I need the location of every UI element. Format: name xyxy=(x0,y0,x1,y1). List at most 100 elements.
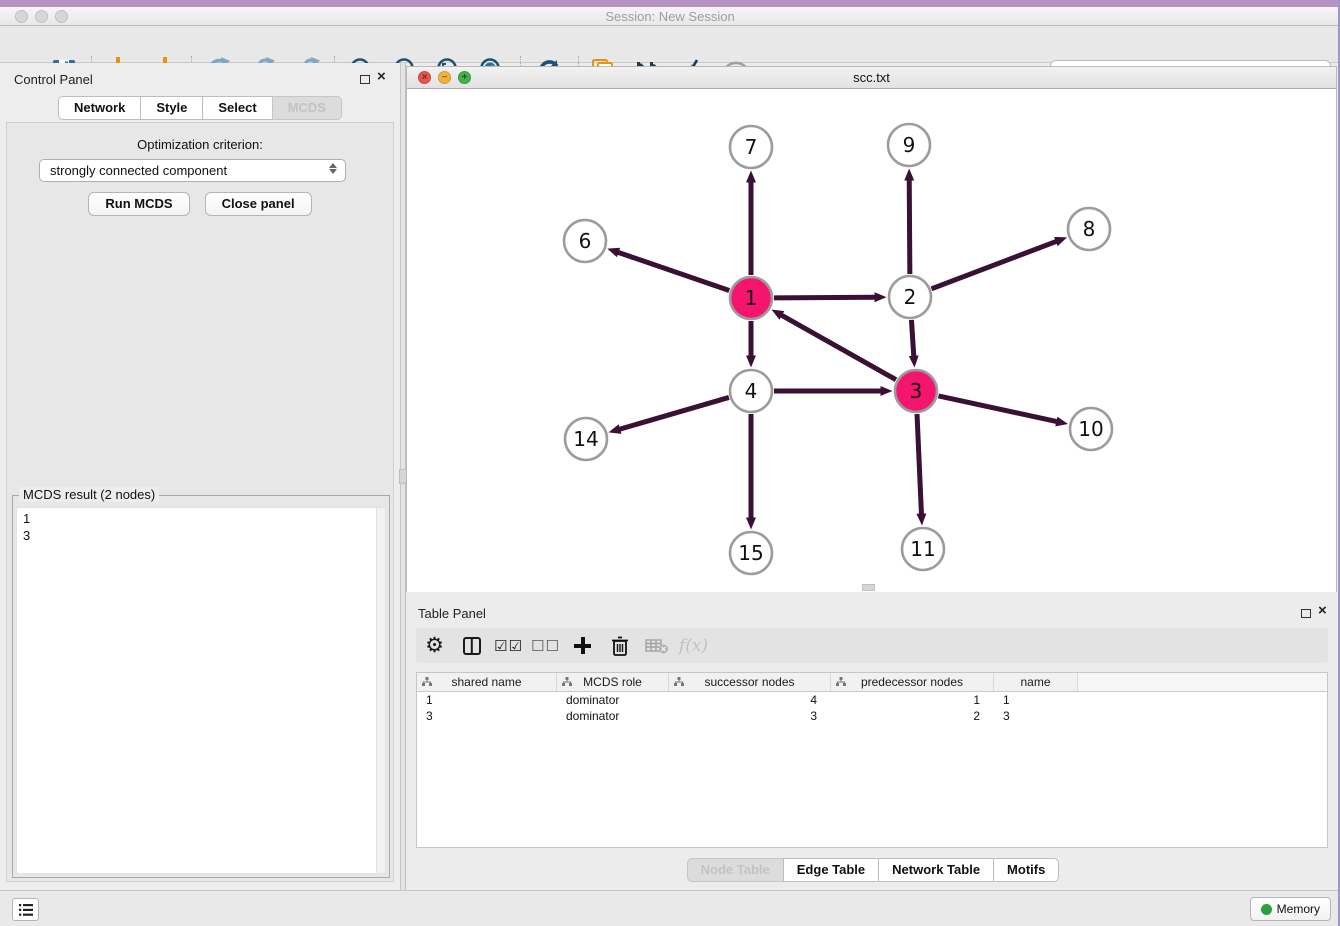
list-icon xyxy=(18,903,34,917)
close-panel-icon[interactable]: × xyxy=(377,68,386,85)
graph-edge-3-10[interactable] xyxy=(938,396,1056,422)
graph-node-label-2: 2 xyxy=(904,285,917,309)
graph-node-label-8: 8 xyxy=(1083,217,1096,241)
cell-name[interactable]: 1 xyxy=(994,692,1078,708)
column-header-name[interactable]: name xyxy=(994,673,1078,691)
graph-edge-1-2[interactable] xyxy=(774,297,875,298)
tab-mcds[interactable]: MCDS xyxy=(272,96,342,120)
graph-edge-2-3[interactable] xyxy=(911,320,913,356)
tab-network[interactable]: Network xyxy=(58,96,141,120)
result-scrollbar[interactable] xyxy=(376,508,385,873)
graph-node-label-10: 10 xyxy=(1078,417,1103,441)
graph-node-label-3: 3 xyxy=(910,379,923,403)
plus-icon xyxy=(574,637,591,654)
network-graph: 7968124314101511 xyxy=(407,89,1336,592)
checked-boxes-icon: ☑☑ xyxy=(494,637,523,655)
table-tab-edge-table[interactable]: Edge Table xyxy=(783,858,879,882)
table-tab-node-table[interactable]: Node Table xyxy=(687,858,784,882)
session-title: Session: New Session xyxy=(0,9,1340,24)
table-tab-network-table[interactable]: Network Table xyxy=(878,858,994,882)
select-all-button[interactable]: ☑☑ xyxy=(490,631,527,661)
column-header-filler xyxy=(1078,673,1327,691)
fx-icon: f(x) xyxy=(679,636,708,656)
memory-status-dot xyxy=(1261,904,1272,915)
table-panel: Table Panel × ⚙ ☑☑ ☐☐ xyxy=(406,596,1340,890)
graph-node-label-6: 6 xyxy=(579,229,592,253)
close-panel-button[interactable]: Close panel xyxy=(205,192,312,216)
unchecked-boxes-icon: ☐☐ xyxy=(531,637,560,655)
memory-label: Memory xyxy=(1277,902,1320,916)
delete-table-icon xyxy=(645,637,669,655)
cell-shared-name[interactable]: 1 xyxy=(417,692,557,708)
graph-node-label-9: 9 xyxy=(903,133,916,157)
column-header-predecessor-nodes[interactable]: predecessor nodes xyxy=(831,673,994,691)
cell-predecessor-nodes[interactable]: 2 xyxy=(831,708,994,724)
column-header-shared-name[interactable]: shared name xyxy=(417,673,557,691)
cell-successor-nodes[interactable]: 3 xyxy=(669,708,831,724)
float-panel-icon[interactable] xyxy=(360,75,370,84)
graph-node-label-14: 14 xyxy=(573,427,598,451)
status-bar: Memory xyxy=(0,890,1340,926)
deselect-all-button[interactable]: ☐☐ xyxy=(527,631,564,661)
float-table-panel-icon[interactable] xyxy=(1301,609,1311,618)
graph-node-label-15: 15 xyxy=(738,541,763,565)
column-header-successor-nodes[interactable]: successor nodes xyxy=(669,673,831,691)
network-window-titlebar[interactable]: × − + scc.txt xyxy=(407,67,1336,89)
trash-icon xyxy=(610,635,630,657)
desktop-background-strip xyxy=(0,0,1340,7)
cell-successor-nodes[interactable]: 4 xyxy=(669,692,831,708)
optimization-criterion-label: Optimization criterion: xyxy=(0,137,400,152)
columns-icon xyxy=(463,637,481,655)
table-panel-tabs: Node TableEdge TableNetwork TableMotifs xyxy=(406,858,1340,882)
cell-name[interactable]: 3 xyxy=(994,708,1078,724)
memory-button[interactable]: Memory xyxy=(1250,897,1331,921)
task-history-button[interactable] xyxy=(12,898,39,921)
table-options-button[interactable]: ⚙ xyxy=(416,631,453,661)
show-columns-button[interactable] xyxy=(453,631,490,661)
chevron-up-down-icon xyxy=(329,163,337,174)
mcds-result-group: MCDS result (2 nodes) 1 3 xyxy=(12,495,390,878)
mcds-result-title: MCDS result (2 nodes) xyxy=(19,487,159,502)
graph-edge-2-8[interactable] xyxy=(932,241,1057,288)
add-column-button[interactable] xyxy=(564,631,601,661)
delete-column-button[interactable] xyxy=(601,631,638,661)
graph-node-label-1: 1 xyxy=(745,286,758,310)
run-mcds-button[interactable]: Run MCDS xyxy=(88,192,189,216)
gear-icon: ⚙ xyxy=(425,635,444,656)
cell-predecessor-nodes[interactable]: 1 xyxy=(831,692,994,708)
graph-node-label-4: 4 xyxy=(745,379,758,403)
cell-MCDS-role[interactable]: dominator xyxy=(557,708,669,724)
table-header-row: shared nameMCDS rolesuccessor nodesprede… xyxy=(417,673,1327,692)
horizontal-divider-grip[interactable] xyxy=(862,584,875,591)
control-panel: Control Panel × NetworkStyleSelectMCDS O… xyxy=(0,63,400,890)
network-canvas[interactable]: 7968124314101511 xyxy=(407,89,1336,592)
table-row[interactable]: 3dominator323 xyxy=(417,708,1327,724)
mcds-result-lines: 1 3 xyxy=(23,510,30,544)
function-builder-button[interactable]: f(x) xyxy=(675,631,712,661)
criterion-dropdown[interactable]: strongly connected component xyxy=(39,159,346,182)
graph-edge-1-6[interactable] xyxy=(618,252,729,290)
table-panel-title: Table Panel xyxy=(418,606,486,621)
node-table[interactable]: shared nameMCDS rolesuccessor nodesprede… xyxy=(416,672,1328,848)
delete-table-button[interactable] xyxy=(638,631,675,661)
graph-edge-4-14[interactable] xyxy=(620,397,729,429)
table-toolbar: ⚙ ☑☑ ☐☐ f(x) xyxy=(416,628,1328,663)
table-body: 1dominator4113dominator323 xyxy=(417,692,1327,724)
table-row[interactable]: 1dominator411 xyxy=(417,692,1327,708)
graph-edge-3-11[interactable] xyxy=(917,414,921,514)
column-header-MCDS-role[interactable]: MCDS role xyxy=(557,673,669,691)
tab-style[interactable]: Style xyxy=(140,96,203,120)
cell-MCDS-role[interactable]: dominator xyxy=(557,692,669,708)
tab-select[interactable]: Select xyxy=(202,96,272,120)
main-toolbar xyxy=(0,26,1340,63)
mcds-result-textarea[interactable]: 1 3 xyxy=(16,507,386,874)
table-panel-titlebar: Table Panel × xyxy=(406,600,1340,626)
control-panel-title: Control Panel xyxy=(14,72,93,87)
table-tab-motifs[interactable]: Motifs xyxy=(993,858,1059,882)
window-titlebar[interactable]: Session: New Session xyxy=(0,7,1340,26)
close-table-panel-icon[interactable]: × xyxy=(1318,602,1327,619)
graph-edge-3-1[interactable] xyxy=(781,315,895,380)
graph-edge-2-9[interactable] xyxy=(909,180,910,274)
cell-shared-name[interactable]: 3 xyxy=(417,708,557,724)
graph-node-label-7: 7 xyxy=(745,135,758,159)
